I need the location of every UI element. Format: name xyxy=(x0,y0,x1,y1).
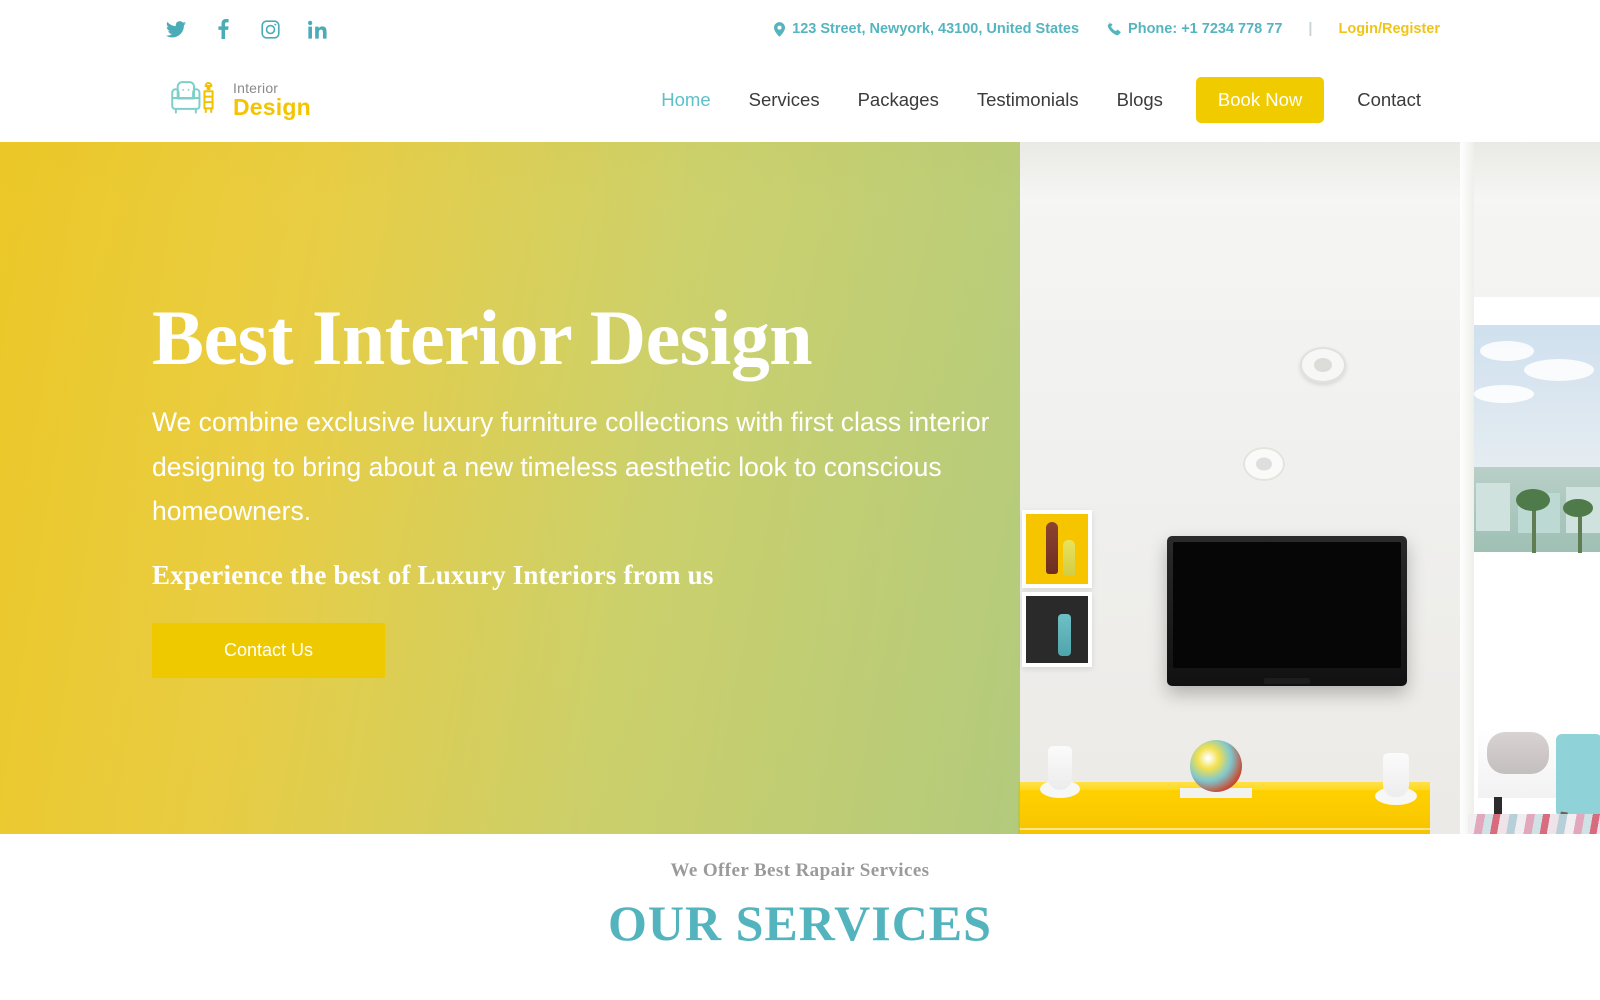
hero-section: Best Interior Design We combine exclusiv… xyxy=(0,142,1600,834)
nav-item-contact[interactable]: Contact xyxy=(1338,89,1440,111)
instagram-icon[interactable] xyxy=(259,18,281,40)
armchair-table-logo-icon xyxy=(165,78,223,123)
login-register-link[interactable]: Login/Register xyxy=(1338,21,1440,37)
facebook-icon[interactable] xyxy=(212,18,234,40)
services-subtitle: We Offer Best Rapair Services xyxy=(670,860,930,881)
services-title: OUR SERVICES xyxy=(608,895,992,951)
nav-item-testimonials[interactable]: Testimonials xyxy=(958,89,1098,111)
address-item: 123 Street, Newyork, 43100, United State… xyxy=(774,21,1079,37)
nav-item-blogs[interactable]: Blogs xyxy=(1098,89,1182,111)
table-lamp-left xyxy=(1048,746,1072,790)
top-bar: 123 Street, Newyork, 43100, United State… xyxy=(0,0,1600,58)
linkedin-icon[interactable] xyxy=(306,18,328,40)
dark-wall-shelf xyxy=(1022,592,1092,667)
glass-art-sculpture xyxy=(1190,740,1242,792)
twitter-icon[interactable] xyxy=(165,18,187,40)
nav-item-services[interactable]: Services xyxy=(730,89,839,111)
logo-text-design: Design xyxy=(233,94,311,121)
social-links xyxy=(165,18,328,40)
table-lamp-right xyxy=(1383,753,1409,797)
topbar-contact-info: 123 Street, Newyork, 43100, United State… xyxy=(774,21,1440,37)
hero-tagline: Experience the best of Luxury Interiors … xyxy=(152,559,714,590)
hero-content: Best Interior Design We combine exclusiv… xyxy=(152,142,1022,834)
site-logo[interactable]: Interior Design xyxy=(165,78,311,123)
wall-mounted-tv xyxy=(1167,536,1407,686)
logo-text-interior: Interior xyxy=(233,79,279,96)
ceiling-speaker xyxy=(1300,347,1346,383)
address-text: 123 Street, Newyork, 43100, United State… xyxy=(792,21,1080,37)
wall-speaker xyxy=(1243,447,1285,481)
phone-icon xyxy=(1107,22,1121,36)
hero-heading: Best Interior Design xyxy=(152,294,813,382)
contact-us-button[interactable]: Contact Us xyxy=(152,622,385,678)
phone-text: Phone: +1 7234 778 77 xyxy=(1128,21,1283,37)
teal-armchair xyxy=(1556,734,1600,814)
hero-paragraph: We combine exclusive luxury furniture co… xyxy=(152,407,990,527)
topbar-divider: | xyxy=(1308,21,1313,37)
book-now-button[interactable]: Book Now xyxy=(1195,77,1325,123)
striped-rug xyxy=(1468,814,1600,834)
main-header: Interior Design Home Services Packages T… xyxy=(0,58,1600,142)
location-pin-icon xyxy=(774,21,786,37)
phone-item: Phone: +1 7234 778 77 xyxy=(1107,21,1282,37)
nav-item-packages[interactable]: Packages xyxy=(839,89,958,111)
nav-item-home[interactable]: Home xyxy=(642,89,729,111)
services-section: We Offer Best Rapair Services OUR SERVIC… xyxy=(0,834,1600,952)
primary-navigation: Home Services Packages Testimonials Blog… xyxy=(642,77,1440,123)
